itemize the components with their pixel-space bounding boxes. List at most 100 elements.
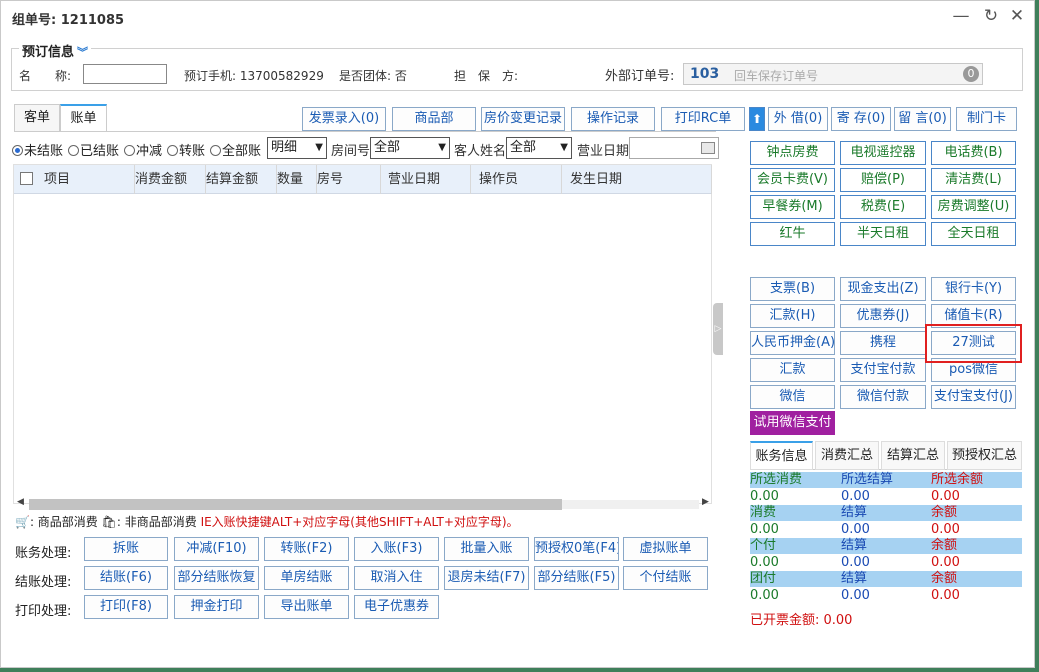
col-settle-amount[interactable]: 结算金额 bbox=[198, 165, 277, 194]
virtual-bill-button[interactable]: 虚拟账单 bbox=[623, 537, 708, 561]
goods-dept-button[interactable]: 商品部 bbox=[392, 107, 476, 131]
window-title: 组单号: 1211085 bbox=[12, 13, 125, 28]
radio-all[interactable]: 全部账 bbox=[210, 140, 261, 159]
col-consume-amount[interactable]: 消费金额 bbox=[127, 165, 206, 194]
detail-select[interactable]: 明细 ▼ bbox=[267, 137, 327, 159]
tab-guest[interactable]: 客单 bbox=[14, 104, 60, 132]
alipay-pay-button[interactable]: 支付宝付款 bbox=[840, 358, 926, 382]
compensation-button[interactable]: 赔偿(P) bbox=[840, 168, 926, 192]
summary-header-row: 消费 结算 余额 bbox=[750, 505, 1022, 521]
check-payment-button[interactable]: 支票(B) bbox=[750, 277, 835, 301]
rmb-deposit-button[interactable]: 人民币押金(A) bbox=[750, 331, 835, 355]
calendar-icon[interactable] bbox=[701, 142, 715, 154]
tab-preauth-summary[interactable]: 预授权汇总 bbox=[947, 441, 1022, 470]
full-day-rent-button[interactable]: 全天日租 bbox=[931, 222, 1016, 246]
remittance-2-button[interactable]: 汇款 bbox=[750, 358, 835, 382]
col-room[interactable]: 房号 bbox=[309, 165, 381, 194]
horizontal-scrollbar[interactable]: ◀ ▶ bbox=[15, 497, 712, 511]
radio-transfer[interactable]: 转账 bbox=[167, 140, 205, 159]
deposit-storage-button[interactable]: 寄 存(0) bbox=[831, 107, 891, 131]
transfer-button[interactable]: 转账(F2) bbox=[264, 537, 349, 561]
message-button[interactable]: 留 言(0) bbox=[894, 107, 951, 131]
radio-settled[interactable]: 已结账 bbox=[68, 140, 119, 159]
up-arrow-icon[interactable]: ⬆ bbox=[749, 107, 765, 131]
individual-checkout-button[interactable]: 个付结账 bbox=[623, 566, 708, 590]
guest-select[interactable]: 全部 ▼ bbox=[506, 137, 572, 159]
cancel-checkin-button[interactable]: 取消入住 bbox=[354, 566, 439, 590]
tab-bill[interactable]: 账单 bbox=[60, 104, 107, 132]
cash-out-button[interactable]: 现金支出(Z) bbox=[840, 277, 926, 301]
name-field[interactable] bbox=[83, 64, 167, 84]
lend-button[interactable]: 外 借(0) bbox=[768, 107, 828, 131]
summary-tabs: 账务信息 消费汇总 结算汇总 预授权汇总 bbox=[750, 441, 1022, 470]
checkout-button[interactable]: 结账(F6) bbox=[84, 566, 168, 590]
alipay-payment-button[interactable]: 支付宝支付(J) bbox=[931, 385, 1016, 409]
remittance-button[interactable]: 汇款(H) bbox=[750, 304, 835, 328]
checkout-unsettled-button[interactable]: 退房未结(F7) bbox=[444, 566, 529, 590]
post-charge-button[interactable]: 入账(F3) bbox=[354, 537, 439, 561]
member-card-fee-button[interactable]: 会员卡费(V) bbox=[750, 168, 835, 192]
clear-icon[interactable]: 0 bbox=[963, 66, 979, 82]
tab-consume-summary[interactable]: 消费汇总 bbox=[815, 441, 879, 470]
restore-icon[interactable]: ↻ bbox=[979, 5, 1003, 29]
close-icon[interactable]: ✕ bbox=[1005, 5, 1029, 29]
operation-log-button[interactable]: 操作记录 bbox=[571, 107, 655, 131]
title-bar: 组单号: 1211085 — ↻ ✕ bbox=[1, 1, 1034, 33]
room-select[interactable]: 全部 ▼ bbox=[370, 137, 450, 159]
e-coupon-button[interactable]: 电子优惠券 bbox=[354, 595, 439, 619]
chevron-down-icon[interactable]: ︾ bbox=[77, 46, 88, 59]
offset-button[interactable]: 冲减(F10) bbox=[174, 537, 259, 561]
phone-fee-button[interactable]: 电话费(B) bbox=[931, 141, 1016, 165]
cleaning-fee-button[interactable]: 清洁费(L) bbox=[931, 168, 1016, 192]
batch-post-button[interactable]: 批量入账 bbox=[444, 537, 529, 561]
summary-value: 0.00 bbox=[750, 489, 779, 504]
summary-value: 0.00 bbox=[841, 522, 870, 537]
col-item[interactable]: 项目 bbox=[36, 165, 135, 194]
red-bull-button[interactable]: 红牛 bbox=[750, 222, 835, 246]
tab-account-info[interactable]: 账务信息 bbox=[750, 441, 813, 470]
partial-checkout-restore-button[interactable]: 部分结账恢复 bbox=[174, 566, 259, 590]
preauth-button[interactable]: 预授权0笔(F4) bbox=[534, 537, 619, 561]
print-rc-button[interactable]: 打印RC单 bbox=[661, 107, 745, 131]
deposit-print-button[interactable]: 押金打印 bbox=[174, 595, 259, 619]
collapse-panel-icon[interactable]: ▷ bbox=[713, 303, 723, 355]
col-biz-date[interactable]: 营业日期 bbox=[380, 165, 471, 194]
legend-line: 🛒: 商品部消费 🛍: 非商品部消费 IE入账快捷键ALT+对应字母(其他SHI… bbox=[15, 513, 519, 530]
bizdate-input[interactable] bbox=[629, 137, 719, 159]
split-bill-button[interactable]: 拆账 bbox=[84, 537, 168, 561]
wechat-pay-button[interactable]: 微信付款 bbox=[840, 385, 926, 409]
hourly-room-fee-button[interactable]: 钟点房费 bbox=[750, 141, 835, 165]
tax-button[interactable]: 税费(E) bbox=[840, 195, 926, 219]
make-card-button[interactable]: 制门卡 bbox=[956, 107, 1017, 131]
radio-offset[interactable]: 冲减 bbox=[124, 140, 162, 159]
radio-dot bbox=[124, 145, 135, 156]
tv-remote-button[interactable]: 电视遥控器 bbox=[840, 141, 926, 165]
summary-header-row: 个付 结算 余额 bbox=[750, 538, 1022, 554]
col-operator[interactable]: 操作员 bbox=[471, 165, 562, 194]
select-all-checkbox[interactable] bbox=[20, 172, 33, 185]
scroll-right-icon[interactable]: ▶ bbox=[702, 497, 709, 507]
minimize-icon[interactable]: — bbox=[949, 5, 973, 29]
ext-order-input[interactable]: 103 回车保存订单号 0 bbox=[683, 63, 983, 85]
room-rate-adjust-button[interactable]: 房费调整(U) bbox=[931, 195, 1016, 219]
print-button[interactable]: 打印(F8) bbox=[84, 595, 168, 619]
tab-settle-summary[interactable]: 结算汇总 bbox=[881, 441, 945, 470]
booking-info-legend[interactable]: 预订信息 ︾ bbox=[19, 41, 92, 60]
breakfast-coupon-button[interactable]: 早餐券(M) bbox=[750, 195, 835, 219]
single-room-checkout-button[interactable]: 单房结账 bbox=[264, 566, 349, 590]
col-occur-date[interactable]: 发生日期 bbox=[562, 165, 712, 194]
invoice-entry-button[interactable]: 发票录入(0) bbox=[302, 107, 386, 131]
coupon-button[interactable]: 优惠券(J) bbox=[840, 304, 926, 328]
wechat-button[interactable]: 微信 bbox=[750, 385, 835, 409]
ctrip-button[interactable]: 携程 bbox=[840, 331, 926, 355]
partial-checkout-button[interactable]: 部分结账(F5) bbox=[534, 566, 619, 590]
trial-wechat-pay-button[interactable]: 试用微信支付 bbox=[750, 411, 835, 435]
bank-card-button[interactable]: 银行卡(Y) bbox=[931, 277, 1016, 301]
radio-unsettled[interactable]: 未结账 bbox=[12, 140, 63, 159]
rate-change-log-button[interactable]: 房价变更记录 bbox=[481, 107, 565, 131]
half-day-rent-button[interactable]: 半天日租 bbox=[840, 222, 926, 246]
scroll-thumb[interactable] bbox=[29, 499, 562, 510]
billing-window: 组单号: 1211085 — ↻ ✕ 预订信息 ︾ 名 称: 预订手机: 1370… bbox=[0, 0, 1035, 668]
export-bill-button[interactable]: 导出账单 bbox=[264, 595, 349, 619]
scroll-left-icon[interactable]: ◀ bbox=[17, 497, 24, 507]
